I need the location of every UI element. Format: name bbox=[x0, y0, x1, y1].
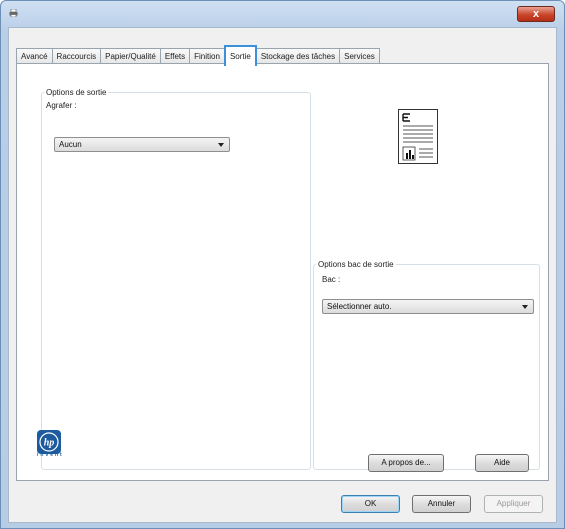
about-button[interactable]: A propos de... bbox=[368, 454, 444, 472]
dialog-client: Avancé Raccourcis Papier/Qualité Effets … bbox=[8, 27, 557, 523]
title-bar[interactable]: x bbox=[1, 1, 564, 27]
staple-dropdown[interactable]: Aucun bbox=[54, 137, 230, 152]
staple-value: Aucun bbox=[59, 140, 82, 149]
tab-strip: Avancé Raccourcis Papier/Qualité Effets … bbox=[16, 45, 380, 66]
staple-label: Agrafer : bbox=[46, 101, 77, 110]
hp-logo-icon: hp bbox=[37, 430, 61, 454]
tray-options-legend: Options bac de sortie bbox=[318, 260, 394, 269]
hp-tagline: invent bbox=[37, 452, 64, 458]
tab-sortie[interactable]: Sortie bbox=[223, 45, 257, 66]
dropdown-arrow-icon bbox=[218, 143, 224, 147]
printer-preferences-window: x Avancé Raccourcis Papier/Qualité Effet… bbox=[0, 0, 565, 529]
sortie-tab-panel: Options de sortie Agrafer : Aucun Option… bbox=[16, 63, 549, 481]
output-options-group: Options de sortie Agrafer : Aucun bbox=[41, 88, 311, 470]
tray-dropdown[interactable]: Sélectionner auto. bbox=[322, 299, 534, 314]
dropdown-arrow-icon bbox=[522, 305, 528, 309]
ok-button[interactable]: OK bbox=[341, 495, 400, 513]
cancel-button[interactable]: Annuler bbox=[412, 495, 471, 513]
page-preview-icon bbox=[398, 109, 438, 164]
printer-icon[interactable] bbox=[9, 9, 18, 17]
apply-button[interactable]: Appliquer bbox=[484, 495, 543, 513]
close-icon: x bbox=[532, 8, 540, 20]
help-button[interactable]: Aide bbox=[475, 454, 529, 472]
output-options-legend: Options de sortie bbox=[46, 88, 107, 97]
close-button[interactable]: x bbox=[517, 6, 555, 22]
hp-logo-text: hp bbox=[44, 438, 55, 449]
tray-options-group: Options bac de sortie Bac : Sélectionner… bbox=[313, 260, 540, 470]
tray-label: Bac : bbox=[322, 275, 341, 284]
tray-value: Sélectionner auto. bbox=[327, 302, 392, 311]
